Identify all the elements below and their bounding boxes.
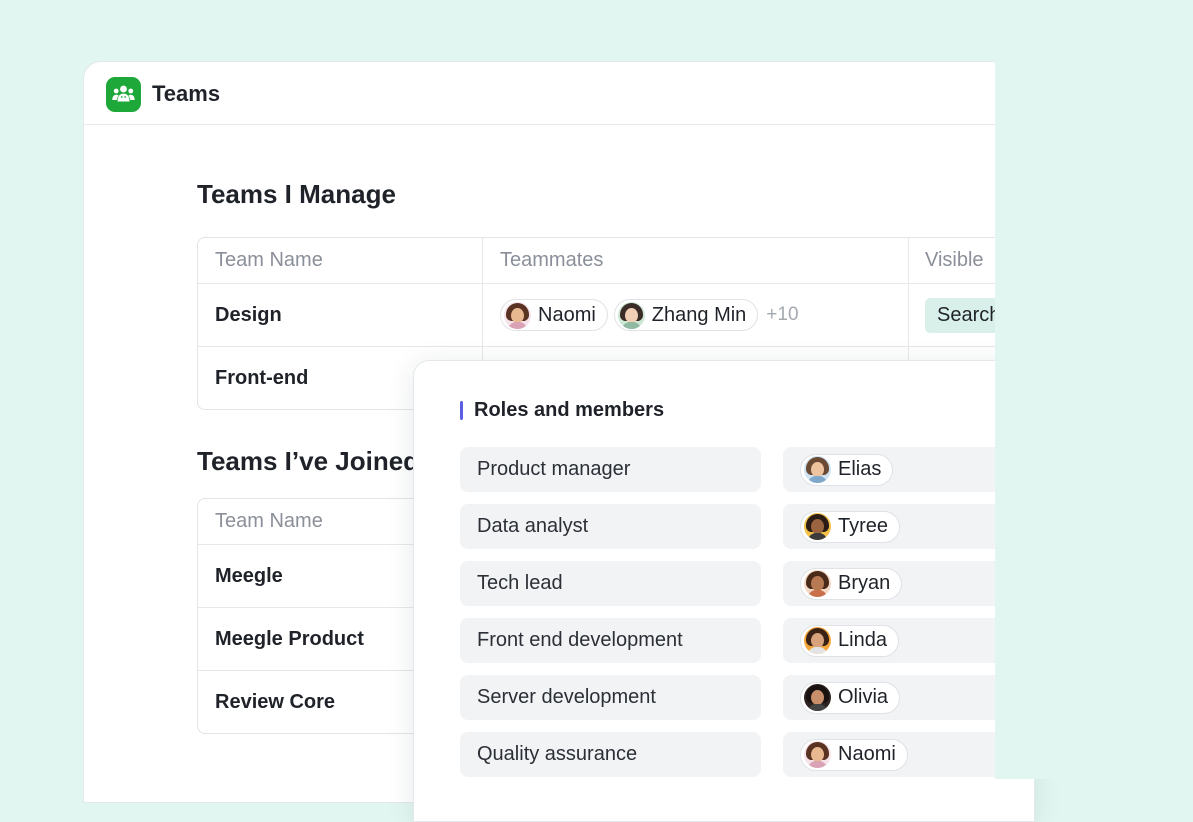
background-margin: [995, 0, 1193, 779]
member-name: Bryan: [838, 572, 891, 594]
avatar: [804, 627, 831, 654]
role-item[interactable]: Server development: [460, 675, 761, 720]
title-bar: Teams: [84, 62, 996, 125]
member-chip[interactable]: Zhang Min: [613, 299, 759, 331]
avatar: [804, 741, 831, 768]
app-title: Teams: [152, 81, 221, 106]
member-name: Elias: [838, 458, 882, 480]
member-name: Zhang Min: [651, 303, 747, 326]
role-item[interactable]: Quality assurance: [460, 732, 761, 777]
member-chip[interactable]: Elias: [800, 453, 894, 486]
member-chip[interactable]: Naomi: [800, 738, 908, 771]
member-chip[interactable]: Olivia: [800, 681, 901, 714]
panel-title: Roles and members: [474, 399, 665, 421]
role-item[interactable]: Front end development: [460, 618, 761, 663]
avatar: [617, 301, 645, 329]
table-header: Team Name Teammates Visible: [198, 238, 996, 283]
avatar: [804, 570, 831, 597]
column-header-visible: Visible: [908, 238, 996, 283]
roles-and-members-panel: Roles and members Product manager Elias …: [413, 360, 1043, 822]
member-name: Tyree: [838, 515, 889, 537]
role-item[interactable]: Tech lead: [460, 561, 761, 606]
column-header-team-name: Team Name: [215, 249, 323, 271]
member-name: Naomi: [838, 743, 896, 765]
member-chip[interactable]: Linda: [800, 624, 899, 657]
member-name: Naomi: [538, 303, 596, 326]
member-chip[interactable]: Naomi: [500, 299, 608, 331]
teams-joined-title: Teams I’ve Joined: [197, 446, 420, 476]
member-chip[interactable]: Tyree: [800, 510, 901, 543]
title-accent-bar: [460, 401, 463, 420]
member-name: Linda: [838, 629, 887, 651]
people-group-icon: [106, 77, 141, 112]
visibility-tag: Search: [925, 297, 996, 333]
visible-cell: Search: [908, 284, 996, 346]
role-item[interactable]: Data analyst: [460, 504, 761, 549]
teams-managed-title: Teams I Manage: [197, 179, 396, 209]
column-header-teammates: Teammates: [482, 238, 908, 283]
avatar: [504, 301, 531, 329]
avatar: [804, 456, 831, 483]
member-name: Olivia: [838, 686, 889, 708]
more-count[interactable]: +10: [766, 304, 798, 326]
table-row[interactable]: Design Naomi Zhang Min +10 Search: [198, 283, 996, 346]
teammates-cell: Naomi Zhang Min +10: [482, 284, 908, 346]
avatar: [804, 513, 831, 540]
team-name[interactable]: Design: [198, 284, 482, 346]
member-chip[interactable]: Bryan: [800, 567, 903, 600]
role-item[interactable]: Product manager: [460, 447, 761, 492]
avatar: [804, 684, 831, 711]
